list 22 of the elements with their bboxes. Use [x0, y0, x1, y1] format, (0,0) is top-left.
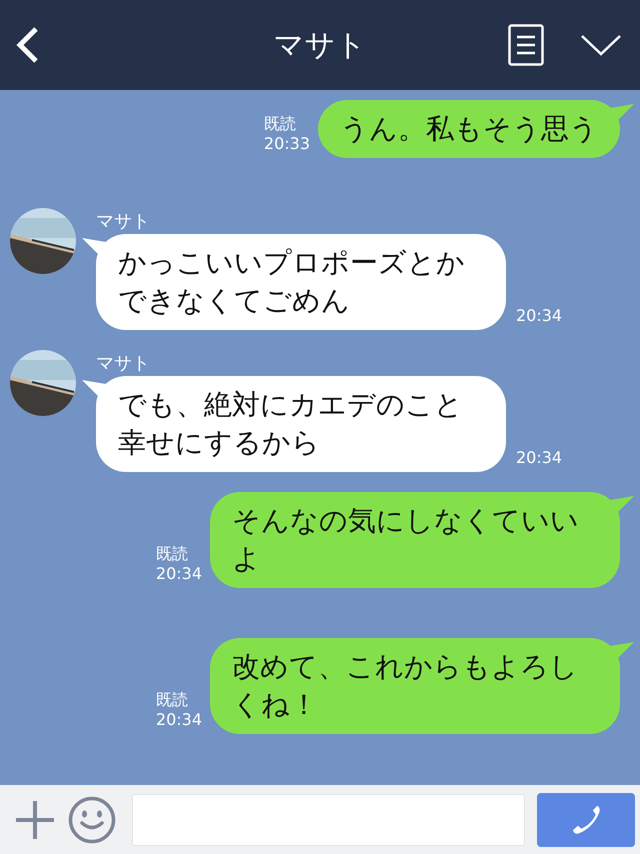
call-button[interactable] — [537, 792, 635, 846]
message-bubble: でも、絶対にカエデのこと幸せにするから — [96, 376, 506, 472]
sender-name: マサト — [96, 212, 151, 232]
message-time: 20:34 — [516, 306, 562, 326]
chevron-down-icon[interactable] — [580, 33, 622, 57]
message-time: 20:34 — [156, 564, 202, 584]
smiley-icon[interactable] — [68, 796, 116, 844]
message-time: 20:34 — [156, 710, 202, 730]
chat-title: マサト — [272, 26, 368, 64]
read-receipt: 既読 — [156, 690, 188, 710]
sender-name: マサト — [96, 354, 151, 374]
read-receipt: 既読 — [264, 114, 296, 134]
plus-icon[interactable] — [14, 798, 56, 840]
message-time: 20:34 — [516, 448, 562, 468]
notes-icon[interactable] — [508, 24, 544, 66]
message-bubble: かっこいいプロポーズとかできなくてごめん — [96, 234, 506, 330]
message-time: 20:33 — [264, 134, 310, 154]
message-bubble: 改めて、これからもよろしくね！ — [210, 638, 620, 734]
message-bubble: うん。私もそう思う — [318, 100, 620, 158]
message-input[interactable] — [132, 794, 525, 846]
message-bubble: そんなの気にしなくていいよ — [210, 492, 620, 588]
read-receipt: 既読 — [156, 544, 188, 564]
